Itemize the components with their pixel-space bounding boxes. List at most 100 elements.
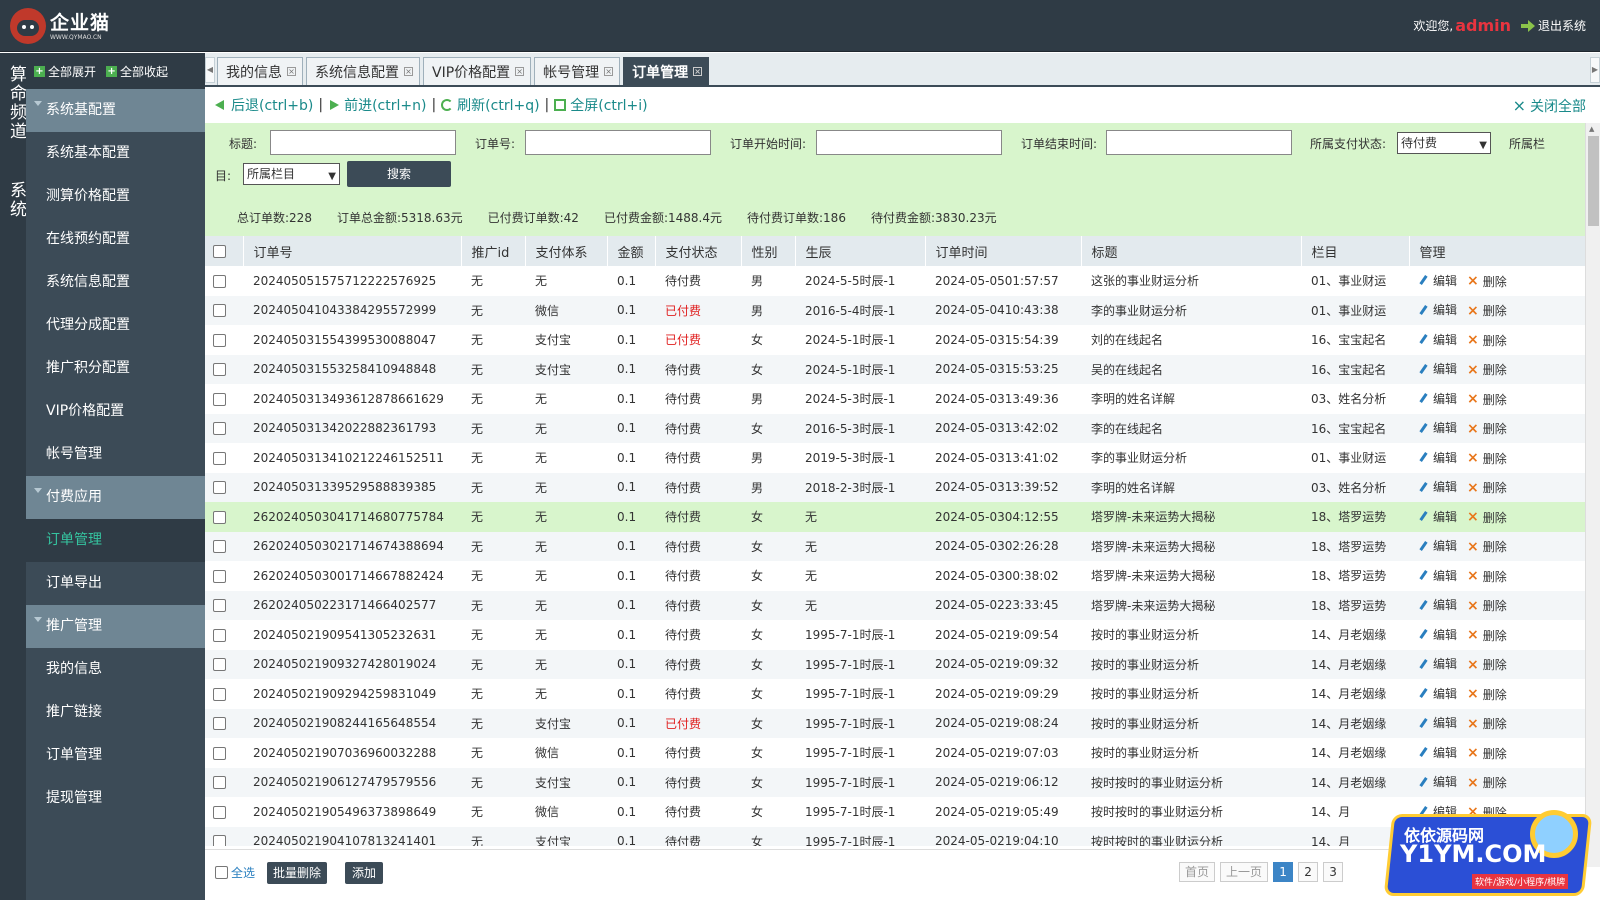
delete-button[interactable]: ×删除 — [1467, 656, 1507, 673]
close-icon[interactable]: × — [604, 67, 614, 76]
select-all-checkbox[interactable] — [215, 866, 228, 879]
sidebar-group-promo[interactable]: 推广管理 — [26, 605, 205, 648]
sidebar-item-agent[interactable]: 代理分成配置 — [26, 304, 205, 347]
logout-link[interactable]: 退出系统 — [1538, 17, 1586, 34]
sidebar-item-withdraw[interactable]: 提现管理 — [26, 777, 205, 820]
delete-button[interactable]: ×删除 — [1467, 715, 1507, 732]
edit-button[interactable]: 编辑 — [1419, 626, 1457, 643]
delete-button[interactable]: ×删除 — [1467, 509, 1507, 526]
add-button[interactable]: 添加 — [345, 862, 383, 884]
table-row[interactable]: 202405031553258410948848 无支付宝 0.1 待付费女 2024-… — [205, 354, 1585, 384]
col-pay-status[interactable]: 支付状态 — [655, 236, 742, 266]
delete-button[interactable]: ×删除 — [1467, 686, 1507, 703]
edit-button[interactable]: 编辑 — [1419, 655, 1457, 672]
table-row[interactable]: 262024050223171466402577 无无 0.1 待付费女无 2024-0… — [205, 590, 1585, 620]
edit-button[interactable]: 编辑 — [1419, 773, 1457, 790]
edit-button[interactable]: 编辑 — [1419, 449, 1457, 466]
delete-button[interactable]: ×删除 — [1467, 774, 1507, 791]
column-select[interactable]: 所属栏目 ▼ — [243, 163, 340, 185]
row-checkbox[interactable] — [213, 599, 226, 613]
close-icon[interactable]: × — [287, 67, 296, 76]
col-amount[interactable]: 金额 — [607, 236, 656, 266]
edit-button[interactable]: 编辑 — [1419, 567, 1457, 584]
delete-button[interactable]: ×删除 — [1467, 302, 1507, 319]
table-row[interactable]: 202405021909541305232631 无 无 0.1 待付费 女 1995-7-… — [205, 620, 1585, 650]
row-checkbox[interactable] — [213, 392, 226, 406]
table-row[interactable]: 202405021909327428019024 无无 0.1 待付费女 1995-7-… — [205, 649, 1585, 679]
table-row[interactable]: 202405031339529588839385 无无 0.1 待付费男 2018-2-… — [205, 472, 1585, 502]
row-checkbox[interactable] — [213, 540, 226, 554]
col-column[interactable]: 栏目 — [1301, 236, 1410, 266]
sidebar-item-price[interactable]: 测算价格配置 — [26, 175, 205, 218]
sidebar-item-points[interactable]: 推广积分配置 — [26, 347, 205, 390]
fullscreen-button[interactable]: 全屏(ctrl+i) — [554, 95, 648, 115]
tab-orders[interactable]: 订单管理 × — [623, 57, 710, 85]
table-row[interactable]: 202405021906127479579556 无支付宝 0.1 待付费女 1995-… — [205, 767, 1585, 797]
start-time-input[interactable] — [816, 130, 1002, 155]
expand-all-button[interactable]: + 全部展开 — [34, 63, 96, 80]
collapse-all-button[interactable]: + 全部收起 — [106, 63, 168, 80]
sidebar-group-system[interactable]: 系统基配置 — [26, 89, 205, 132]
order-no-input[interactable] — [525, 130, 711, 155]
header-checkbox[interactable] — [213, 244, 226, 258]
row-checkbox[interactable] — [213, 422, 226, 436]
sidebar-item-sysinfo[interactable]: 系统信息配置 — [26, 261, 205, 304]
tab-sysinfo[interactable]: 系统信息配置 × — [306, 57, 420, 85]
row-checkbox[interactable] — [213, 363, 226, 377]
table-row[interactable]: 202405021909294259831049 无 无 0.1 待付费 女 1995-7-… — [205, 679, 1585, 709]
page-2[interactable]: 2 — [1298, 862, 1319, 882]
col-gender[interactable]: 性别 — [741, 236, 796, 266]
edit-button[interactable]: 编辑 — [1419, 360, 1457, 377]
scroll-up-icon[interactable]: ▲ — [1589, 125, 1594, 133]
back-button[interactable]: 后退(ctrl+b) — [215, 95, 313, 115]
edit-button[interactable]: 编辑 — [1419, 478, 1457, 495]
delete-button[interactable]: ×删除 — [1467, 538, 1507, 555]
table-row[interactable]: 202405021904107813241401 无支付宝 0.1 待付费女 1995-… — [205, 826, 1585, 846]
row-checkbox[interactable] — [213, 510, 226, 524]
delete-button[interactable]: ×删除 — [1467, 332, 1507, 349]
sidebar-item-promo-link[interactable]: 推广链接 — [26, 691, 205, 734]
table-row[interactable]: 2620240503021714674388694 无无 0.1 待付费女无 2024-… — [205, 531, 1585, 561]
table-row[interactable]: 202405021908244165648554 无支付宝 0.1 已付费女 1995-… — [205, 708, 1585, 738]
tab-account[interactable]: 帐号管理 × — [534, 57, 621, 85]
row-checkbox[interactable] — [213, 481, 226, 495]
delete-button[interactable]: ×删除 — [1467, 391, 1507, 408]
end-time-input[interactable] — [1106, 130, 1292, 155]
sidebar-item-vip[interactable]: VIP价格配置 — [26, 390, 205, 433]
delete-button[interactable]: ×删除 — [1467, 597, 1507, 614]
refresh-button[interactable]: 刷新(ctrl+q) — [441, 95, 540, 115]
sidebar-group-paid[interactable]: 付费应用 — [26, 476, 205, 519]
delete-button[interactable]: ×删除 — [1467, 361, 1507, 378]
sidebar-item-booking[interactable]: 在线预约配置 — [26, 218, 205, 261]
table-row[interactable]: 2620240503001714667882424 无 无 0.1 待付费 女 无 2024-… — [205, 561, 1585, 591]
edit-button[interactable]: 编辑 — [1419, 419, 1457, 436]
table-row[interactable]: 202405031342022882361793 无无 0.1 待付费女 2016-5-… — [205, 413, 1585, 443]
tab-my-info[interactable]: 我的信息 × — [217, 57, 303, 85]
table-row[interactable]: 2024050313410212246152511 无 无 0.1 待付费 男 2019-5… — [205, 443, 1585, 473]
close-icon[interactable]: × — [693, 67, 703, 76]
row-checkbox[interactable] — [213, 274, 226, 288]
title-input[interactable] — [270, 130, 456, 155]
col-birth[interactable]: 生辰 — [795, 236, 926, 266]
row-checkbox[interactable] — [213, 451, 226, 465]
sidebar-item-account[interactable]: 帐号管理 — [26, 433, 205, 476]
col-title[interactable]: 标题 — [1081, 236, 1302, 266]
edit-button[interactable]: 编辑 — [1419, 508, 1457, 525]
table-row[interactable]: 202405021905496373898649 无 微信 0.1 待付费 女 1995-7… — [205, 797, 1585, 827]
row-checkbox[interactable] — [213, 569, 226, 583]
tab-scroll-right-icon[interactable]: ▶ — [1590, 57, 1600, 83]
col-order-no[interactable]: 订单号 — [243, 236, 462, 266]
delete-button[interactable]: ×删除 — [1467, 745, 1507, 762]
edit-button[interactable]: 编辑 — [1419, 301, 1457, 318]
edit-button[interactable]: 编辑 — [1419, 390, 1457, 407]
table-row[interactable]: 202405031554399530088047 无 支付宝 0.1 已付费 女 2024-… — [205, 325, 1585, 355]
sidebar-item-promo-orders[interactable]: 订单管理 — [26, 734, 205, 777]
tab-scroll-left-icon[interactable]: ◀ — [205, 57, 215, 83]
delete-button[interactable]: ×删除 — [1467, 627, 1507, 644]
close-icon[interactable]: × — [515, 67, 525, 76]
delete-button[interactable]: ×删除 — [1467, 479, 1507, 496]
col-order-time[interactable]: 订单时间 — [925, 236, 1082, 266]
edit-button[interactable]: 编辑 — [1419, 272, 1457, 289]
select-all[interactable]: 全选 — [215, 864, 255, 881]
page-1[interactable]: 1 — [1273, 862, 1294, 882]
